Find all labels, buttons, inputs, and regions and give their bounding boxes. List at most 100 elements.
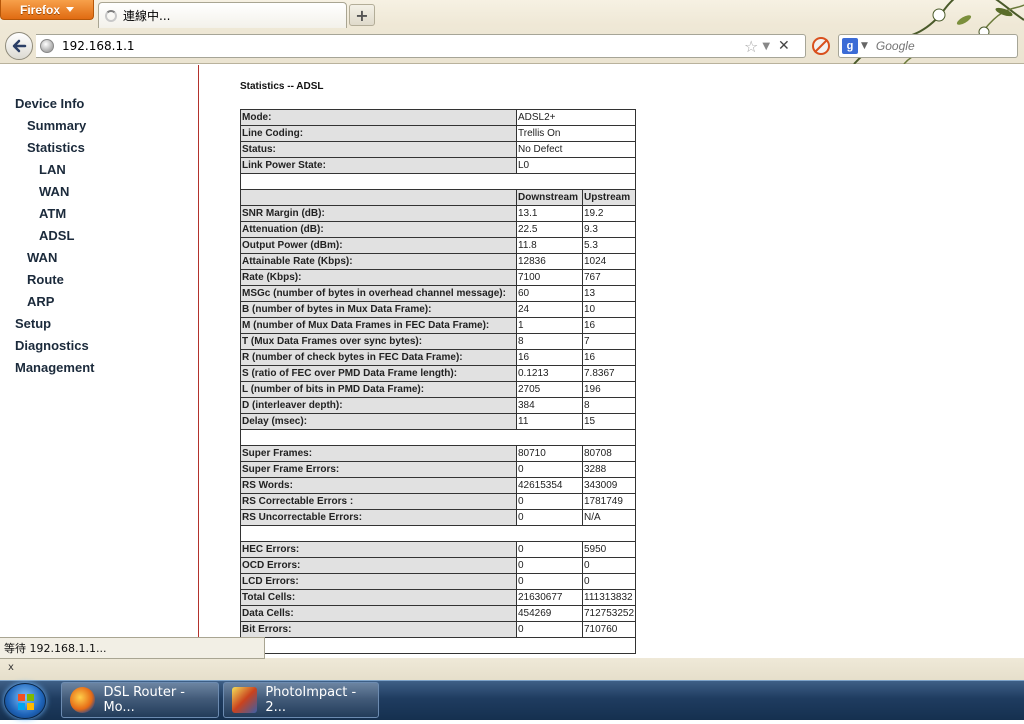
row-label: Attainable Rate (Kbps):	[240, 253, 517, 270]
start-button[interactable]	[4, 683, 46, 719]
column-header-row: Downstream Upstream	[240, 189, 637, 206]
url-input[interactable]	[60, 38, 740, 54]
column-header-downstream: Downstream	[516, 189, 583, 206]
row-label: LCD Errors:	[240, 573, 517, 590]
search-input[interactable]	[873, 38, 1004, 54]
table-row: Line Coding: Trellis On	[240, 125, 637, 142]
chevron-down-icon	[66, 7, 74, 12]
firefox-icon	[70, 687, 96, 713]
downstream-value: 384	[516, 397, 583, 414]
firefox-menu-button[interactable]: Firefox	[0, 0, 94, 20]
back-button[interactable]	[5, 32, 33, 60]
stop-icon[interactable]: ✕	[778, 38, 790, 54]
downstream-value: 11	[516, 413, 583, 430]
windows-logo-icon	[18, 694, 34, 710]
router-sidebar-nav: Device Info Summary Statistics LAN WAN A…	[0, 65, 199, 660]
row-label: Rate (Kbps):	[240, 269, 517, 286]
table-spacer-row	[239, 173, 637, 190]
search-engine-dropdown-icon[interactable]: ▼	[861, 41, 868, 51]
row-label: Data Cells:	[240, 605, 517, 622]
new-tab-button[interactable]: +	[349, 4, 375, 26]
row-value: L0	[515, 157, 637, 174]
sidebar-item-route[interactable]: Route	[27, 272, 64, 287]
table-row: Delay (msec): 11 15	[240, 413, 637, 430]
sidebar-item-wan[interactable]: WAN	[27, 250, 57, 265]
loading-spinner-icon	[105, 9, 117, 22]
table-row: M (number of Mux Data Frames in FEC Data…	[240, 317, 637, 334]
table-row: Output Power (dBm): 11.8 5.3	[240, 237, 637, 254]
addon-block-icon[interactable]	[812, 37, 830, 55]
table-spacer-row	[239, 637, 637, 654]
row-label: Bit Errors:	[240, 621, 517, 638]
search-engine-icon[interactable]: g	[842, 38, 858, 54]
site-identity-icon[interactable]	[40, 39, 54, 53]
row-label: D (interleaver depth):	[240, 397, 517, 414]
taskbar-item-label: DSL Router - Mo...	[103, 685, 185, 715]
table-row: HEC Errors: 0 5950	[240, 541, 637, 558]
sidebar-item-device-info[interactable]: Device Info	[15, 96, 84, 111]
column-header-upstream: Upstream	[581, 189, 637, 206]
upstream-value: 15	[581, 413, 637, 430]
table-row: Super Frame Errors: 0 3288	[240, 461, 637, 478]
table-row: Rate (Kbps): 7100 767	[240, 269, 637, 286]
upstream-value: N/A	[581, 509, 637, 526]
downstream-value: 0	[516, 509, 583, 526]
row-label: Attenuation (dB):	[240, 221, 517, 238]
sidebar-item-summary[interactable]: Summary	[27, 118, 86, 133]
row-label: MSGc (number of bytes in overhead channe…	[240, 285, 517, 302]
downstream-value: 0	[516, 557, 583, 574]
taskbar-item-label: PhotoImpact - 2...	[265, 685, 357, 715]
table-row: Mode: ADSL2+	[240, 109, 637, 126]
table-row: Bit Errors: 0 710760	[240, 621, 637, 638]
row-label: RS Uncorrectable Errors:	[240, 509, 517, 526]
table-row: D (interleaver depth): 384 8	[240, 397, 637, 414]
downstream-value: 0	[516, 493, 583, 510]
row-label: Output Power (dBm):	[240, 237, 517, 254]
browser-tab[interactable]: 連線中...	[98, 2, 347, 28]
table-row: OCD Errors: 0 0	[240, 557, 637, 574]
status-close-icon[interactable]: x	[8, 662, 14, 673]
spacer-cell	[239, 429, 637, 446]
downstream-value: 42615354	[516, 477, 583, 494]
sidebar-item-arp[interactable]: ARP	[27, 294, 54, 309]
row-label: Total Cells:	[240, 589, 517, 606]
browser-chrome: Firefox 連線中... + ☆ ▼ ✕ g ▼	[0, 0, 1024, 64]
upstream-value: 1024	[581, 253, 637, 270]
table-row: RS Words: 42615354 343009	[240, 477, 637, 494]
table-row: Total Cells: 21630677 111313832	[240, 589, 637, 606]
table-row: LCD Errors: 0 0	[240, 573, 637, 590]
header-blank-cell	[240, 189, 517, 206]
downstream-value: 0	[516, 541, 583, 558]
downstream-value: 8	[516, 333, 583, 350]
taskbar-item-photoimpact[interactable]: PhotoImpact - 2...	[223, 682, 379, 718]
downstream-value: 16	[516, 349, 583, 366]
downstream-value: 454269	[516, 605, 583, 622]
downstream-value: 11.8	[516, 237, 583, 254]
downstream-value: 0.1213	[516, 365, 583, 382]
taskbar-item-dsl-router[interactable]: DSL Router - Mo...	[61, 682, 219, 718]
sidebar-item-adsl[interactable]: ADSL	[39, 228, 74, 243]
sidebar-item-atm[interactable]: ATM	[39, 206, 66, 221]
downstream-value: 7100	[516, 269, 583, 286]
upstream-value: 9.3	[581, 221, 637, 238]
sidebar-item-setup[interactable]: Setup	[15, 316, 51, 331]
main-content: Statistics -- ADSL Mode: ADSL2+ Line Codin…	[200, 65, 1024, 660]
row-label: Super Frame Errors:	[240, 461, 517, 478]
sidebar-item-stats-wan[interactable]: WAN	[39, 184, 69, 199]
sidebar-item-lan[interactable]: LAN	[39, 162, 66, 177]
upstream-value: 710760	[581, 621, 637, 638]
sidebar-item-statistics[interactable]: Statistics	[27, 140, 85, 155]
upstream-value: 8	[581, 397, 637, 414]
history-dropdown-icon[interactable]: ▼	[762, 41, 770, 52]
sidebar-item-diagnostics[interactable]: Diagnostics	[15, 338, 89, 353]
row-label: Link Power State:	[240, 157, 517, 174]
bookmark-star-icon[interactable]: ☆	[744, 37, 758, 56]
sidebar-item-management[interactable]: Management	[15, 360, 94, 375]
address-bar[interactable]: ☆ ▼ ✕	[36, 34, 806, 58]
search-bar[interactable]: g ▼	[838, 34, 1018, 58]
upstream-value: 111313832	[581, 589, 637, 606]
downstream-value: 12836	[516, 253, 583, 270]
downstream-value: 0	[516, 573, 583, 590]
table-row: B (number of bytes in Mux Data Frame): 24…	[240, 301, 637, 318]
downstream-value: 0	[516, 621, 583, 638]
